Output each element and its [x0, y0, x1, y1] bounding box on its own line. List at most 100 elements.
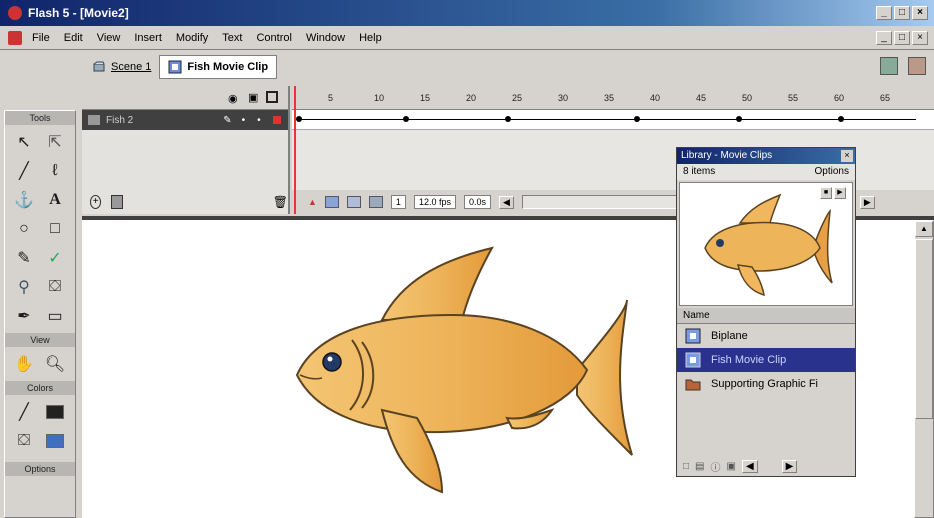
keyframe[interactable]: [634, 116, 640, 122]
properties-icon[interactable]: ⓘ: [711, 459, 721, 474]
document-icon: [8, 30, 22, 45]
tween-line: [296, 119, 916, 120]
lock-icon[interactable]: ▣: [248, 91, 258, 104]
library-item[interactable]: Biplane: [677, 324, 855, 348]
new-folder-icon[interactable]: ▤: [695, 461, 704, 472]
library-column-header[interactable]: Name: [677, 308, 855, 324]
keyframe[interactable]: [838, 116, 844, 122]
onion-skin-icon[interactable]: [324, 196, 339, 208]
keyframe[interactable]: [403, 116, 409, 122]
visibility-dot[interactable]: •: [242, 115, 246, 126]
preview-play-icon[interactable]: ▶: [834, 187, 846, 199]
hand-tool-icon[interactable]: ✋: [11, 351, 37, 377]
stage-vertical-scrollbar[interactable]: ▲: [914, 220, 934, 518]
frame-tick: 30: [558, 93, 569, 103]
doc-close-button[interactable]: ×: [912, 31, 928, 45]
menu-insert[interactable]: Insert: [134, 32, 162, 44]
edit-scene-icon[interactable]: [908, 57, 926, 75]
elapsed-time-field: 0.0s: [463, 195, 491, 209]
colors-section-label: Colors: [5, 381, 75, 395]
menu-control[interactable]: Control: [256, 32, 291, 44]
oval-tool-icon[interactable]: ○: [11, 216, 37, 242]
scroll-right-arrow[interactable]: ▶: [859, 195, 875, 209]
scene-icon: [93, 61, 105, 72]
library-footer: □ ▤ ⓘ ▣ ◀ ▶: [677, 456, 855, 476]
scroll-up-arrow[interactable]: ▲: [915, 221, 933, 237]
menu-view[interactable]: View: [97, 32, 121, 44]
edit-symbols-icon[interactable]: [880, 57, 898, 75]
doc-maximize-button[interactable]: □: [894, 31, 910, 45]
menu-file[interactable]: File: [32, 32, 50, 44]
frame-tick: 10: [374, 93, 385, 103]
library-panel: Library - Movie Clips × 8 items Options …: [676, 147, 856, 477]
close-button[interactable]: ×: [912, 6, 928, 20]
eye-icon[interactable]: ◉: [228, 92, 238, 105]
line-tool-icon[interactable]: ╱: [11, 158, 37, 184]
library-preview: ■ ▶: [679, 182, 853, 306]
fill-color-icon[interactable]: ⛋: [11, 428, 37, 454]
delete-item-icon[interactable]: ▣: [727, 461, 736, 472]
fill-color-swatch[interactable]: [42, 428, 68, 454]
fish-tail: [576, 299, 633, 456]
keyframe[interactable]: [296, 116, 302, 122]
library-scroll-left[interactable]: ◀: [741, 459, 758, 473]
menu-window[interactable]: Window: [306, 32, 345, 44]
library-item-label: Fish Movie Clip: [711, 354, 787, 366]
keyframe[interactable]: [736, 116, 742, 122]
fish-eye-highlight: [327, 356, 333, 362]
menu-modify[interactable]: Modify: [176, 32, 208, 44]
library-close-icon[interactable]: ×: [841, 150, 853, 162]
scroll-thumb[interactable]: [915, 239, 933, 419]
menu-text[interactable]: Text: [222, 32, 242, 44]
pen-tool-icon[interactable]: ⚓: [11, 187, 37, 213]
zoom-tool-icon[interactable]: 🔍︎: [42, 351, 68, 377]
text-tool-icon[interactable]: A: [42, 187, 68, 213]
onion-outline-icon[interactable]: [346, 196, 361, 208]
arrow-tool-icon[interactable]: ↖: [11, 129, 37, 155]
layer-row[interactable]: Fish 2 ✎ • •: [82, 110, 288, 130]
rectangle-tool-icon[interactable]: □: [42, 216, 68, 242]
dropper-tool-icon[interactable]: ✒: [11, 303, 37, 329]
library-options-menu[interactable]: Options: [815, 164, 849, 180]
brush-tool-icon[interactable]: ✓: [42, 245, 68, 271]
lasso-tool-icon[interactable]: ℓ: [42, 158, 68, 184]
center-frame-icon[interactable]: ▲: [308, 197, 317, 207]
menu-help[interactable]: Help: [359, 32, 382, 44]
preview-body: [704, 221, 821, 272]
playhead[interactable]: [294, 86, 296, 214]
paint-bucket-icon[interactable]: ⛋: [42, 274, 68, 300]
library-item-count: 8 items: [683, 166, 716, 177]
library-item[interactable]: Supporting Graphic Fi: [677, 372, 855, 396]
frame-tick: 20: [466, 93, 477, 103]
frame-row[interactable]: [292, 110, 934, 130]
menu-edit[interactable]: Edit: [64, 32, 83, 44]
outline-color-square[interactable]: [272, 116, 281, 124]
add-guide-layer-icon[interactable]: [111, 195, 123, 209]
doc-minimize-button[interactable]: _: [876, 31, 892, 45]
new-symbol-icon[interactable]: □: [683, 461, 689, 472]
title-bar: Flash 5 - [Movie2] _ □ ×: [0, 0, 934, 26]
pencil-tool-icon[interactable]: ✎: [11, 245, 37, 271]
stroke-color-icon[interactable]: ╱: [11, 399, 37, 425]
scroll-left-arrow[interactable]: ◀: [498, 195, 514, 209]
library-scroll-right[interactable]: ▶: [781, 459, 798, 473]
subselect-tool-icon[interactable]: ⇱: [42, 129, 68, 155]
outline-icon[interactable]: [266, 91, 278, 103]
symbol-label: Fish Movie Clip: [187, 61, 269, 73]
symbol-crumb[interactable]: Fish Movie Clip: [159, 55, 278, 79]
delete-layer-icon[interactable]: 🗑︎: [273, 195, 288, 209]
keyframe[interactable]: [505, 116, 511, 122]
lock-dot[interactable]: •: [257, 115, 261, 126]
preview-stop-icon[interactable]: ■: [820, 187, 832, 199]
edit-multiple-frames-icon[interactable]: [368, 196, 383, 208]
library-item-selected[interactable]: Fish Movie Clip: [677, 348, 855, 372]
stroke-color-swatch[interactable]: [42, 399, 68, 425]
eraser-tool-icon[interactable]: ▭: [42, 303, 68, 329]
minimize-button[interactable]: _: [876, 6, 892, 20]
add-layer-icon[interactable]: +: [90, 195, 102, 209]
library-title-bar[interactable]: Library - Movie Clips ×: [677, 148, 855, 164]
scene-crumb[interactable]: Scene 1: [84, 55, 159, 79]
ink-bottle-icon[interactable]: ⚲: [11, 274, 37, 300]
frame-tick: 65: [880, 93, 891, 103]
maximize-button[interactable]: □: [894, 6, 910, 20]
